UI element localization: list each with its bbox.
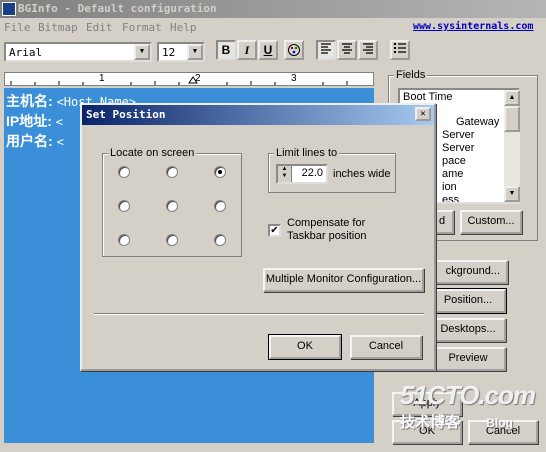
scroll-up-icon[interactable]: ▲	[504, 90, 520, 106]
align-center-icon	[342, 43, 352, 54]
editor-line-label: 用户名:	[6, 133, 53, 149]
locate-legend: Locate on screen	[108, 147, 197, 159]
ruler-label: 1	[99, 73, 105, 84]
desktops-button[interactable]: Desktops...	[430, 318, 506, 342]
bginfo-app-icon	[2, 2, 16, 16]
custom-button[interactable]: Custom...	[460, 210, 522, 234]
scroll-thumb[interactable]	[504, 106, 520, 132]
fields-legend: Fields	[394, 69, 428, 81]
position-top-left-radio[interactable]	[118, 166, 130, 178]
position-top-right-radio[interactable]	[214, 166, 226, 178]
limit-width-value[interactable]: 22.0	[302, 167, 323, 179]
dialog-title: Set Position	[86, 108, 166, 121]
background-button[interactable]: ckground...	[430, 260, 508, 284]
bullets-button[interactable]	[390, 40, 410, 60]
ok-button[interactable]: OK	[268, 334, 342, 360]
watermark-text: Blog	[486, 416, 513, 430]
position-button[interactable]: Position...	[429, 288, 507, 314]
set-position-dialog: Set Position ✕ Locate on screen Limit li…	[80, 103, 436, 371]
position-middle-right-radio[interactable]	[214, 200, 226, 212]
position-bottom-right-radio[interactable]	[214, 234, 226, 246]
editor-line-label: 主机名:	[6, 93, 53, 109]
align-left-button[interactable]	[316, 40, 336, 60]
bullet-list-icon	[394, 43, 406, 53]
editor-line: IP地址: <	[6, 111, 63, 131]
italic-button[interactable]: I	[237, 40, 257, 60]
dialog-title-bar: Set Position ✕	[82, 105, 434, 125]
position-middle-left-radio[interactable]	[118, 200, 130, 212]
editor-line: 用户名: <	[6, 131, 64, 151]
position-bottom-left-radio[interactable]	[118, 234, 130, 246]
bold-button[interactable]: B	[216, 40, 236, 60]
multiple-monitor-button[interactable]: Multiple Monitor Configuration...	[263, 268, 424, 292]
spinner-arrows-icon[interactable]: ▲ ▼	[278, 166, 292, 182]
list-item[interactable]: Server	[442, 142, 474, 154]
list-item[interactable]: Boot Time	[403, 91, 453, 103]
menu-format[interactable]: Format	[122, 21, 162, 34]
ruler-label: 2	[195, 73, 201, 84]
font-combo[interactable]: Arial ▼	[4, 42, 152, 62]
list-item[interactable]: pace	[442, 155, 466, 167]
underline-button[interactable]: U	[258, 40, 278, 60]
list-item[interactable]: ame	[442, 168, 463, 180]
preview-button[interactable]: Preview	[430, 347, 506, 371]
ruler: 1 2 3	[4, 72, 374, 86]
font-value: Arial	[9, 46, 43, 59]
cancel-button[interactable]: Cancel	[350, 335, 422, 359]
align-right-icon	[363, 43, 373, 54]
align-left-icon	[321, 43, 331, 54]
ruler-ticks	[10, 76, 348, 85]
watermark-text: 51CTO.com	[400, 380, 536, 410]
sysinternals-link[interactable]: www.sysinternals.com	[413, 21, 533, 32]
close-icon[interactable]: ✕	[415, 107, 431, 121]
menu-bitmap[interactable]: Bitmap	[38, 21, 78, 34]
menu-bar: File Bitmap Edit Format Help www.sysinte…	[0, 18, 546, 38]
list-item[interactable]: ion	[442, 181, 457, 193]
list-item[interactable]: Server	[442, 129, 474, 141]
limit-width-spinner[interactable]: ▲ ▼ 22.0	[276, 164, 328, 184]
main-title-bar: BGInfo - Default configuration	[0, 0, 546, 18]
compensate-checkbox[interactable]: ✔	[268, 224, 281, 237]
fields-scrollbar[interactable]: ▲ ▼	[504, 90, 520, 202]
menu-edit[interactable]: Edit	[86, 21, 113, 34]
text-color-button[interactable]	[284, 40, 304, 60]
editor-line-field: <	[56, 135, 64, 149]
position-middle-center-radio[interactable]	[166, 200, 178, 212]
dialog-separator	[94, 313, 424, 315]
chevron-down-icon[interactable]: ▼	[187, 44, 203, 60]
editor-line-label: IP地址:	[6, 113, 52, 129]
ruler-label: 3	[291, 73, 297, 84]
limit-lines-legend: Limit lines to	[274, 147, 340, 159]
window-title: BGInfo - Default configuration	[18, 2, 217, 15]
font-size-value: 12	[162, 46, 176, 59]
list-item[interactable]: ess	[442, 194, 459, 202]
limit-unit-label: inches wide	[333, 168, 391, 180]
position-bottom-center-radio[interactable]	[166, 234, 178, 246]
compensate-label: Taskbar position	[287, 230, 367, 242]
position-top-center-radio[interactable]	[166, 166, 178, 178]
menu-file[interactable]: File	[4, 21, 31, 34]
palette-icon	[288, 44, 300, 56]
scroll-down-icon[interactable]: ▼	[504, 186, 520, 202]
list-item[interactable]: Gateway	[456, 116, 499, 128]
align-right-button[interactable]	[358, 40, 378, 60]
watermark: 51CTO.com 技术博客 Blog	[400, 380, 536, 432]
watermark-text: 技术博客	[400, 414, 461, 431]
font-size-combo[interactable]: 12 ▼	[157, 42, 205, 62]
menu-help[interactable]: Help	[170, 21, 197, 34]
compensate-label: Compensate for	[287, 217, 366, 229]
align-center-button[interactable]	[337, 40, 357, 60]
chevron-down-icon[interactable]: ▼	[134, 44, 150, 60]
editor-line-field: <	[55, 115, 64, 129]
